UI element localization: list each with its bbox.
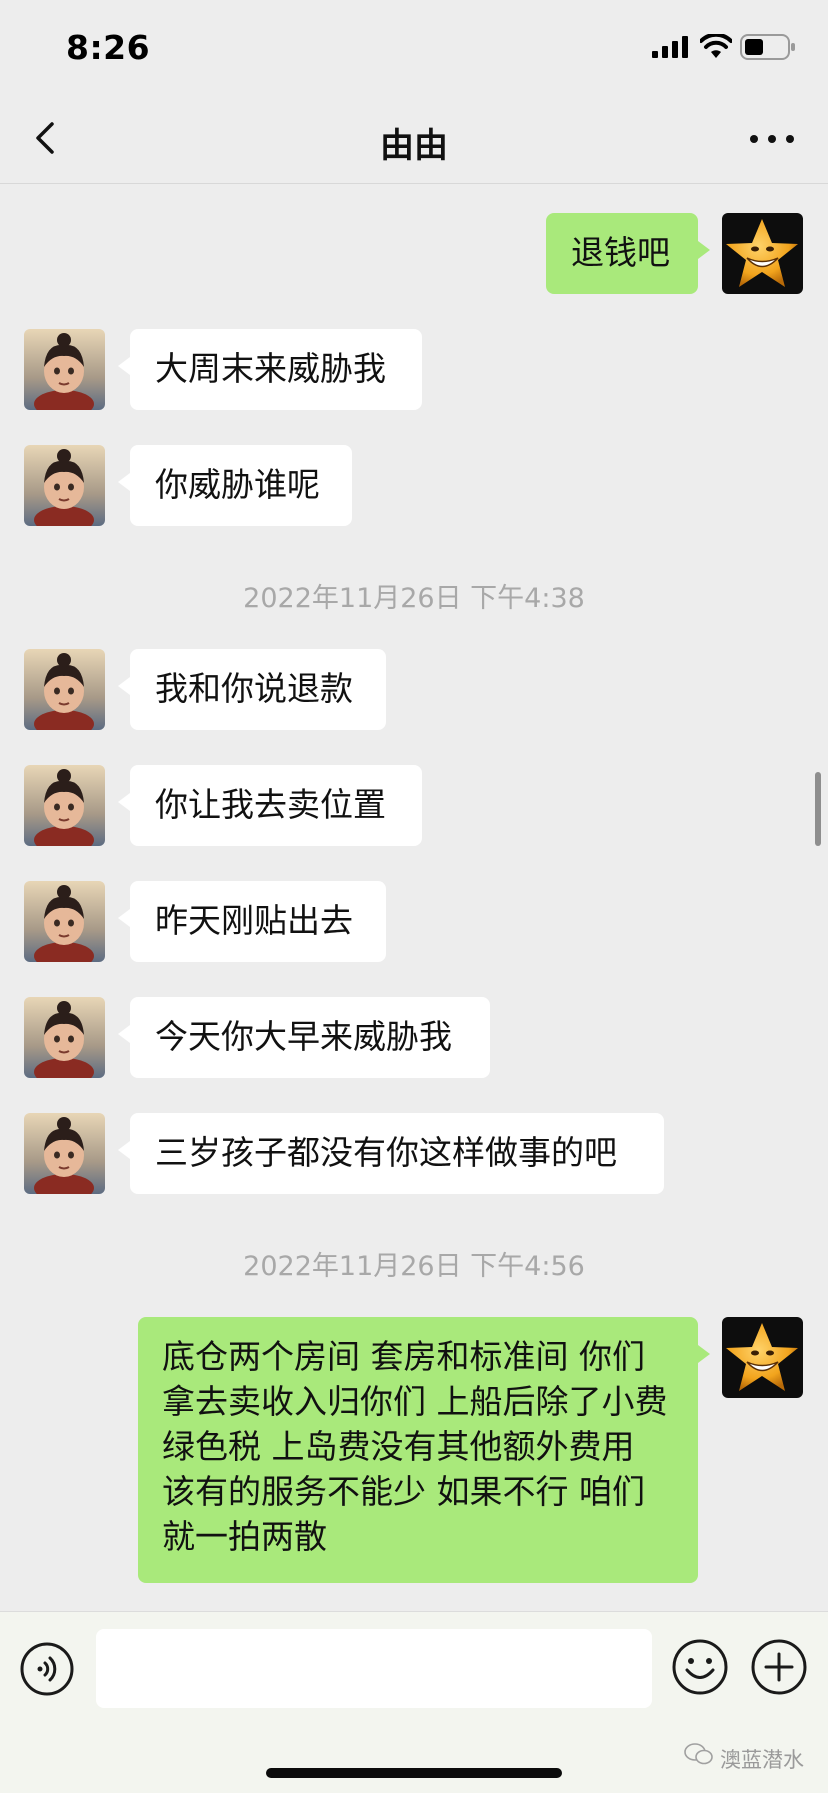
voice-input-icon[interactable] xyxy=(20,1642,74,1696)
chat-title: 由由 xyxy=(380,126,448,166)
contact-avatar[interactable] xyxy=(24,765,105,846)
message-input[interactable] xyxy=(96,1629,652,1708)
scrollbar[interactable] xyxy=(815,772,821,846)
add-attachment-icon[interactable] xyxy=(751,1639,807,1695)
message-bubble[interactable]: 你威胁谁呢 xyxy=(118,445,352,526)
message-timestamp: 2022年11月26日 下午4:38 xyxy=(243,583,585,614)
contact-avatar[interactable] xyxy=(24,997,105,1078)
input-bar: 澳蓝潜水 xyxy=(0,1611,828,1793)
message-bubble[interactable]: 我和你说退款 xyxy=(118,649,386,730)
message-timestamp: 2022年11月26日 下午4:56 xyxy=(243,1251,585,1282)
message-bubble[interactable]: 退钱吧 xyxy=(546,213,710,294)
nav-bar: 由由 xyxy=(0,96,828,184)
my-avatar[interactable] xyxy=(722,1317,803,1398)
battery-icon xyxy=(740,34,795,60)
contact-avatar[interactable] xyxy=(24,329,105,410)
message-bubble[interactable]: 大周末来威胁我 xyxy=(118,329,422,410)
message-bubble[interactable]: 三岁孩子都没有你这样做事的吧 xyxy=(118,1113,664,1194)
chat-history[interactable]: 退钱吧 大周末来威胁我 你威胁谁呢 2022年11月26日 下午4:38 我和你… xyxy=(0,184,828,1610)
status-bar: 8:26 xyxy=(0,0,828,96)
message-bubble[interactable]: 今天你大早来威胁我 xyxy=(118,997,490,1078)
message-bubble[interactable]: 你让我去卖位置 xyxy=(118,765,422,846)
wifi-icon xyxy=(700,34,732,58)
contact-avatar[interactable] xyxy=(24,881,105,962)
wechat-watermark-icon xyxy=(684,1743,713,1765)
more-options-icon[interactable] xyxy=(744,124,800,154)
message-bubble[interactable]: 底仓两个房间 套房和标准间 你们拿去卖收入归你们 上船后除了小费 绿色税 上岛费… xyxy=(138,1317,710,1583)
contact-avatar[interactable] xyxy=(24,445,105,526)
contact-avatar[interactable] xyxy=(24,1113,105,1194)
contact-avatar[interactable] xyxy=(24,649,105,730)
cellular-signal-icon xyxy=(652,36,688,58)
emoji-icon[interactable] xyxy=(672,1639,728,1695)
watermark-text: 澳蓝潜水 xyxy=(720,1748,804,1772)
home-indicator xyxy=(266,1768,562,1778)
my-avatar[interactable] xyxy=(722,213,803,294)
message-bubble[interactable]: 昨天刚贴出去 xyxy=(118,881,386,962)
status-time: 8:26 xyxy=(66,28,151,67)
